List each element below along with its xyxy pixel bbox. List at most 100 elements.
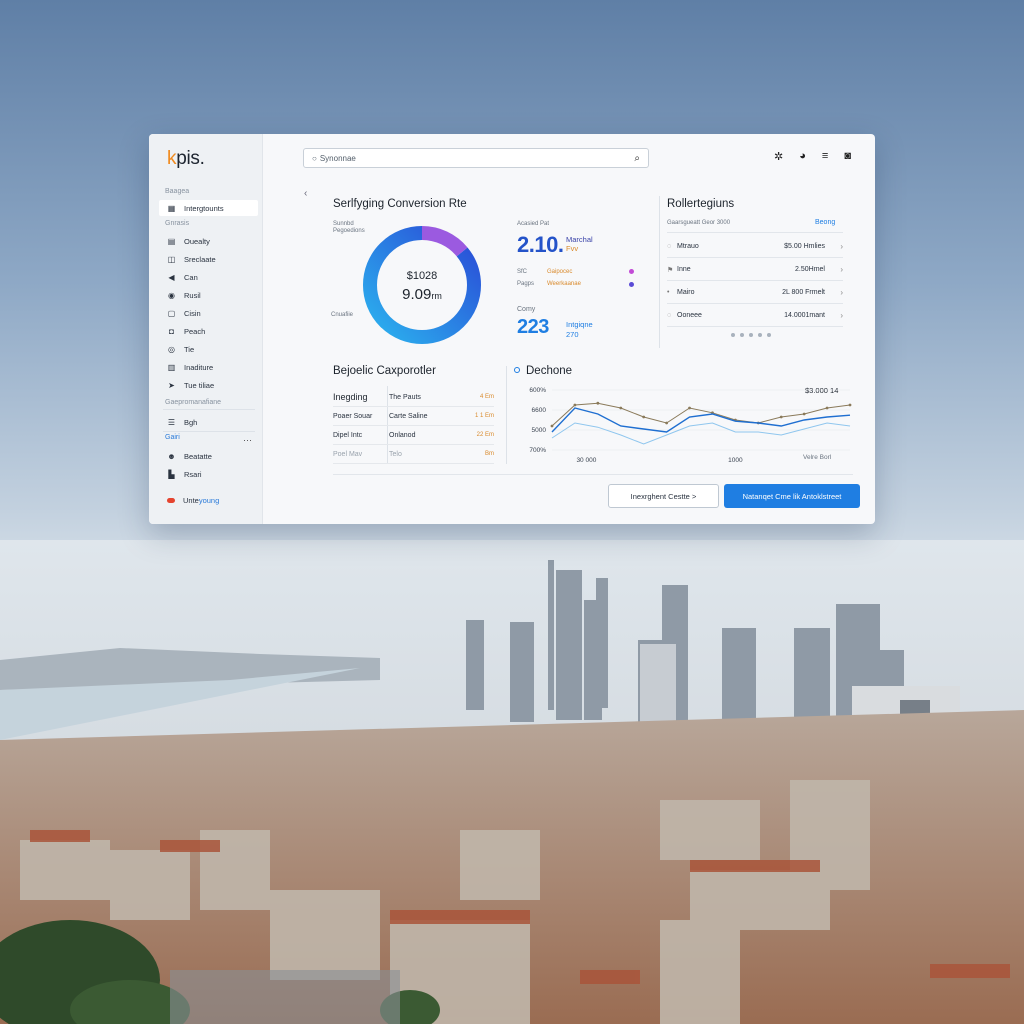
table-cell: 22 Em	[476, 432, 494, 438]
sidebar: kpis. Baagea ▦ Intergtounts Gnrasis ▤ Ou…	[149, 134, 263, 524]
logo-rest: pis.	[176, 148, 205, 169]
metric-sub-side-2: 270	[566, 330, 579, 339]
page-dot[interactable]	[767, 333, 771, 337]
sidebar-item-label: Cisin	[184, 308, 201, 318]
data-point	[779, 415, 783, 419]
upgrade-indicator-icon	[167, 498, 175, 503]
data-point	[802, 412, 806, 416]
data-point	[642, 415, 646, 419]
pin-icon: •	[667, 289, 670, 296]
sidebar-item-9[interactable]: ☰ Bgh	[159, 414, 258, 430]
upgrade-link[interactable]: Unteyoung	[167, 496, 219, 505]
sidebar-item-7[interactable]: ▥ Inaditure	[159, 359, 258, 375]
x-tick-label: 1000	[728, 457, 743, 464]
y-tick-label: 5000	[532, 427, 547, 434]
sidebar-item-0[interactable]: ▤ Ouealty	[159, 233, 258, 249]
region-row-3[interactable]: ◌ Ooneee 14.0001mant ›	[667, 305, 843, 327]
conversion-donut-chart	[363, 226, 481, 344]
region-name: Mairo	[677, 289, 695, 296]
regions-subtitle: Gaarsgueatt Geor 3000	[667, 220, 731, 226]
search-placeholder: Synonnae	[319, 153, 356, 163]
table-cell: The Pauts	[389, 393, 421, 401]
sidebar-item-8[interactable]: ➤ Tue tiliae	[159, 377, 258, 393]
back-chevron-icon[interactable]: ‹	[304, 188, 307, 199]
app-logo: kpis.	[167, 148, 205, 169]
search-input[interactable]: ○ Synonnae ⌕	[303, 148, 649, 168]
metric-row-2-label: Pagps	[517, 281, 535, 287]
search-icon[interactable]: ⌕	[634, 153, 640, 164]
sidebar-item-label: Inaditure	[184, 362, 214, 372]
series-line-2	[551, 422, 851, 445]
page-dot[interactable]	[758, 333, 762, 337]
sidebar-item-label: Bgh	[184, 417, 198, 427]
table-row[interactable]: Poel Mav Telo Bm	[333, 445, 494, 464]
sidebar-item-label: Rsari	[184, 469, 202, 479]
metric-row-1-label: SfC	[517, 269, 528, 275]
data-point	[550, 424, 554, 428]
card-divider	[659, 196, 660, 348]
sidebar-divider	[163, 431, 255, 432]
regions-pagination[interactable]	[731, 333, 771, 337]
metric-label: Acasied Pat	[517, 221, 550, 227]
sidebar-item-10[interactable]: ☻ Beatatte	[159, 448, 258, 464]
page-dot[interactable]	[731, 333, 735, 337]
more-options-icon[interactable]: ···	[243, 435, 252, 445]
data-point	[619, 406, 623, 410]
sidebar-item-5[interactable]: ◘ Peach	[159, 323, 258, 339]
notification-icon[interactable]: ◙	[844, 150, 851, 163]
conversion-small-label-1: Sunnbd	[333, 221, 354, 227]
table-cell: Telo	[389, 450, 402, 458]
sidebar-divider	[163, 409, 255, 410]
data-point	[665, 421, 669, 425]
sidebar-item-11[interactable]: ▙ Rsari	[159, 466, 258, 482]
sidebar-item-4[interactable]: ▢ Cisin	[159, 305, 258, 321]
menu-icon[interactable]: ≡	[822, 150, 828, 163]
list-icon: ☰	[167, 417, 176, 427]
table-row[interactable]: Dipel Intc Onlanod 22 Em	[333, 426, 494, 445]
region-name: Ooneee	[677, 312, 702, 319]
settings-icon[interactable]: ✲	[774, 150, 783, 163]
table-cell: Poaer Souar	[333, 412, 373, 420]
sidebar-item-label: Tie	[184, 344, 195, 354]
sidebar-item-label: Beatatte	[184, 451, 212, 461]
region-row-0[interactable]: ◌ Mtrauo $5.00 Hmlies ›	[667, 236, 843, 258]
donut-value-1: $1028	[406, 270, 438, 282]
data-point	[688, 406, 691, 410]
region-row-1[interactable]: ⚑ Inne 2.50Hmel ›	[667, 259, 843, 281]
sidebar-item-3[interactable]: ◉ Rusil	[159, 287, 258, 303]
primary-action-button[interactable]: Natanqet Cme lik Antoklstreet	[724, 484, 860, 508]
chevron-right-icon: ›	[840, 288, 843, 297]
sidebar-item-6[interactable]: ◎ Tie	[159, 341, 258, 357]
sidebar-item-2[interactable]: ◀ Can	[159, 269, 258, 285]
secondary-action-button[interactable]: Inexrghent Cestte >	[608, 484, 719, 508]
region-value: 14.0001mant	[784, 312, 825, 319]
footer-divider	[333, 474, 853, 475]
sidebar-item-label: Ouealty	[184, 236, 210, 246]
sidebar-item-1[interactable]: ◫ Sreclaate	[159, 251, 258, 267]
document-icon: ▢	[167, 308, 176, 318]
city-skyline-image	[0, 540, 1024, 1024]
metric-value: 2.10.	[517, 232, 564, 257]
header-actions: ✲ ◕ ≡ ◙	[774, 150, 851, 163]
globe-icon: ◌	[667, 312, 672, 319]
table-cell: Carte Saline	[389, 412, 428, 420]
sidebar-item-active[interactable]: ▦ Intergtounts	[159, 200, 258, 216]
chevron-right-icon: ›	[840, 242, 843, 251]
metric-sub-side-1: Intgiqne	[566, 320, 593, 329]
legend-dot-2	[629, 282, 634, 287]
chat-bubble-icon: ◘	[169, 326, 174, 336]
main-content: ○ Synonnae ⌕ ✲ ◕ ≡ ◙ ‹ Serlfyging Conver…	[263, 134, 875, 524]
page-dot[interactable]	[740, 333, 744, 337]
table-row[interactable]: Inegding The Pauts 4 Em	[333, 388, 494, 407]
regions-link[interactable]: Beong	[815, 219, 835, 226]
table-cell: Onlanod	[389, 431, 416, 439]
table-row[interactable]: Poaer Souar Carte Saline 1 1 Em	[333, 407, 494, 426]
table-cell: 4 Em	[479, 394, 494, 400]
clock-icon[interactable]: ◕	[799, 150, 806, 163]
table-cell: Poel Mav	[333, 450, 363, 458]
page-dot[interactable]	[749, 333, 753, 337]
chevron-right-icon: ›	[840, 265, 843, 274]
region-row-2[interactable]: • Mairo 2L 800 Frmelt ›	[667, 282, 843, 304]
table-cell: Dipel Intc	[333, 431, 363, 439]
megaphone-icon: ◀	[168, 272, 175, 282]
